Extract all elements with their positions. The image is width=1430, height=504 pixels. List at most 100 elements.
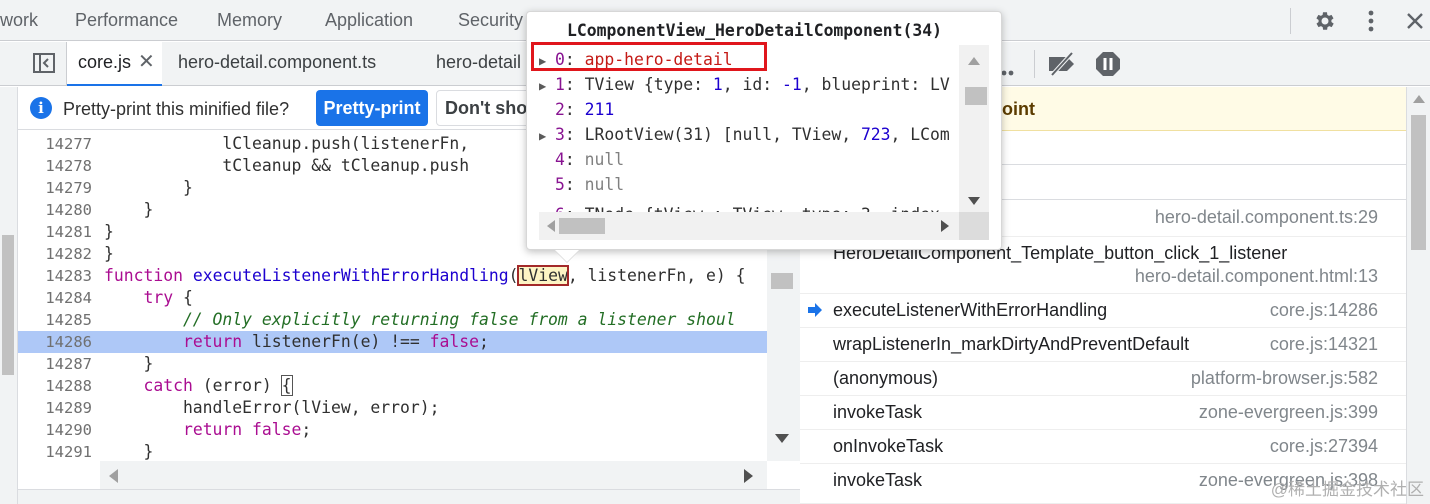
- call-frame[interactable]: invokeTask zone-evergreen.js:399: [800, 396, 1406, 430]
- call-frame[interactable]: (anonymous) platform-browser.js:582: [800, 362, 1406, 396]
- call-frame[interactable]: wrapListenerIn_markDirtyAndPreventDefaul…: [800, 328, 1406, 362]
- call-frame[interactable]: onInvokeTask core.js:27394: [800, 430, 1406, 464]
- more-vert-icon[interactable]: [1356, 6, 1386, 36]
- tree-value: 211: [584, 100, 615, 119]
- call-frame-current[interactable]: executeListenerWithErrorHandling core.js…: [800, 294, 1406, 328]
- scrollbar-thumb[interactable]: [1411, 115, 1426, 250]
- line-number[interactable]: 14287: [18, 353, 92, 375]
- code-text: }: [104, 244, 114, 263]
- line-number[interactable]: 14282: [18, 243, 92, 265]
- code-text: tCleanup && tCleanup.push: [104, 156, 470, 175]
- gear-icon[interactable]: [1310, 6, 1340, 36]
- watermark: @稀土掘金技术社区: [1270, 480, 1424, 499]
- tab-performance[interactable]: Performance: [75, 10, 178, 31]
- code-text: }: [104, 200, 154, 219]
- tab-hero-detail-component-ts[interactable]: hero-detail.component.ts: [178, 52, 376, 73]
- tree-item[interactable]: 5: null: [539, 172, 957, 197]
- scroll-left-icon[interactable]: [109, 469, 118, 483]
- popover-title: LComponentView_HeroDetailComponent(34): [567, 21, 942, 40]
- left-scroll-gutter: [0, 87, 18, 504]
- frame-location: core.js:27394: [1269, 436, 1378, 456]
- sidebar-section-header[interactable]: [1000, 166, 1406, 200]
- hovered-identifier[interactable]: lView: [517, 265, 569, 286]
- scroll-down-icon[interactable]: [775, 434, 789, 444]
- frame-location: hero-detail.component.ts:29: [1154, 207, 1378, 227]
- editor-horizontal-scrollbar[interactable]: [100, 461, 767, 489]
- expand-triangle-icon[interactable]: ▶: [539, 124, 555, 149]
- sidebar-section-header[interactable]: [1000, 131, 1406, 165]
- frame-location: hero-detail.component.html:13: [1134, 266, 1378, 286]
- popover-vertical-scrollbar[interactable]: [959, 45, 989, 213]
- tab-core-js[interactable]: core.js ✕: [67, 42, 162, 86]
- line-number[interactable]: 14278: [18, 155, 92, 177]
- line-number[interactable]: 14284: [18, 287, 92, 309]
- current-execution-line: 14286 return listenerFn(e) !== false;: [18, 331, 767, 353]
- tab-application[interactable]: Application: [325, 10, 413, 31]
- scroll-left-icon[interactable]: [547, 220, 555, 232]
- line-number[interactable]: 14285: [18, 309, 92, 331]
- frame-location: platform-browser.js:582: [1190, 368, 1378, 388]
- popover-horizontal-scrollbar[interactable]: [539, 212, 959, 240]
- expand-triangle-icon[interactable]: ▶: [539, 74, 555, 99]
- paused-on-breakpoint-banner: oint: [1000, 87, 1406, 131]
- line-number[interactable]: 14290: [18, 419, 92, 441]
- line-number[interactable]: 14291: [18, 441, 92, 461]
- code-text: }: [104, 442, 154, 461]
- highlight-box: [531, 42, 767, 71]
- scroll-down-icon[interactable]: [968, 197, 980, 205]
- scroll-right-icon[interactable]: [744, 469, 753, 483]
- line-number[interactable]: 14280: [18, 199, 92, 221]
- tab-network[interactable]: work: [0, 10, 38, 31]
- code-text: function executeListenerWithErrorHandlin…: [104, 265, 746, 286]
- scroll-right-icon[interactable]: [941, 220, 949, 232]
- frame-name: invokeTask: [833, 470, 923, 490]
- line-number[interactable]: 14281: [18, 221, 92, 243]
- tree-value: LRootView(31) [null, TView, 723, LCom: [584, 125, 950, 144]
- close-icon[interactable]: [1400, 6, 1430, 36]
- tab-hero-detail[interactable]: hero-detail: [436, 52, 521, 73]
- line-number[interactable]: 14283: [18, 265, 92, 287]
- pretty-print-button[interactable]: Pretty-print: [316, 90, 428, 126]
- line-number[interactable]: 14288: [18, 375, 92, 397]
- code-line: 14289 handleError(lView, error);: [18, 397, 767, 419]
- scrollbar-corner: [959, 212, 989, 240]
- code-line: 14285 // Only explicitly returning false…: [18, 309, 767, 331]
- divider: [1290, 8, 1291, 34]
- tree-item[interactable]: 4: null: [539, 147, 957, 172]
- more-icon[interactable]: [1001, 61, 1017, 76]
- code-text: try {: [143, 288, 193, 307]
- variable-preview-popover: LComponentView_HeroDetailComponent(34) ▶…: [526, 11, 1002, 262]
- line-number[interactable]: 14289: [18, 397, 92, 419]
- deactivate-breakpoints-icon[interactable]: [1047, 51, 1077, 77]
- frame-location: zone-evergreen.js:399: [1198, 402, 1378, 422]
- tab-memory[interactable]: Memory: [217, 10, 282, 31]
- code-text: }: [104, 178, 193, 197]
- code-line: 14291 }: [18, 441, 767, 461]
- scroll-up-icon[interactable]: [1413, 95, 1425, 103]
- line-number[interactable]: 14277: [18, 133, 92, 155]
- code-text: }: [104, 354, 154, 373]
- code-text: }: [104, 222, 114, 241]
- tree-value: null: [584, 150, 625, 169]
- scroll-up-icon[interactable]: [968, 57, 980, 65]
- scrollbar-thumb[interactable]: [559, 218, 605, 234]
- line-number[interactable]: 14279: [18, 177, 92, 199]
- tab-security[interactable]: Security: [458, 10, 523, 31]
- line-number[interactable]: 14286: [18, 331, 92, 353]
- tree-item[interactable]: ▶ 1: TView {type: 1, id: -1, blueprint: L…: [539, 72, 957, 97]
- scrollbar-thumb[interactable]: [771, 273, 793, 289]
- code-text: return listenerFn(e) !== false;: [182, 332, 489, 351]
- close-icon[interactable]: ✕: [138, 49, 155, 74]
- code-text: catch (error) {: [143, 375, 293, 396]
- tree-item[interactable]: ▶ 3: LRootView(31) [null, TView, 723, LCo…: [539, 122, 957, 147]
- sidebar-vertical-scrollbar[interactable]: [1406, 87, 1430, 504]
- code-line: 14283 function executeListenerWithErrorHa…: [18, 265, 767, 287]
- frame-name: onInvokeTask: [833, 436, 944, 456]
- scrollbar-thumb[interactable]: [2, 235, 14, 375]
- toggle-navigator-icon[interactable]: [32, 51, 56, 75]
- paused-label: oint: [1002, 99, 1035, 119]
- scrollbar-thumb[interactable]: [965, 87, 987, 105]
- tree-item[interactable]: 2: 211: [539, 97, 957, 122]
- file-tab-label: core.js: [78, 52, 132, 72]
- pause-on-exceptions-icon[interactable]: [1095, 51, 1121, 77]
